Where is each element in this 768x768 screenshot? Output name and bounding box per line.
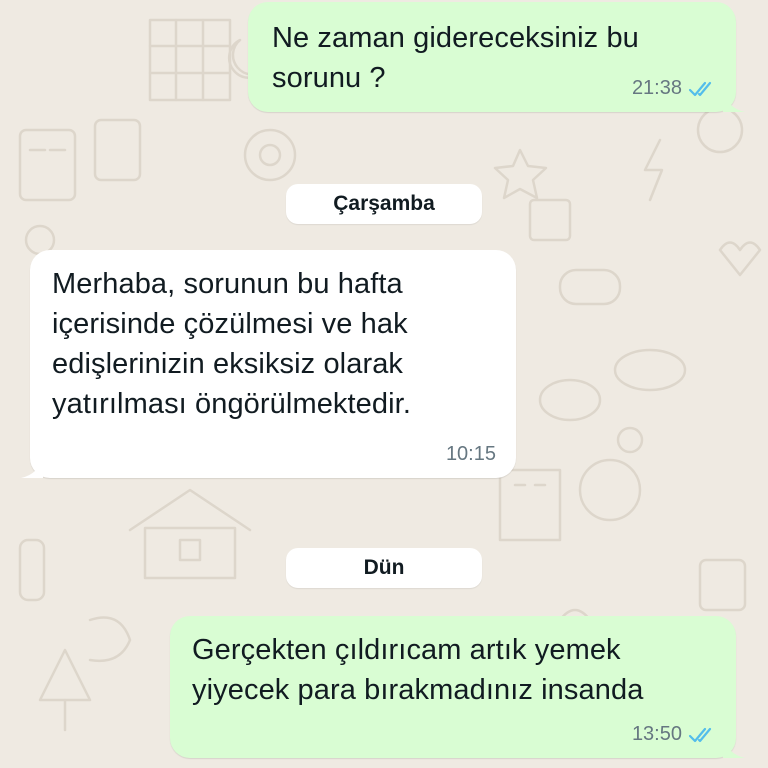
date-separator: Çarşamba: [286, 184, 482, 224]
message-meta: 13:50: [632, 723, 716, 746]
bubble-tail: [723, 90, 745, 112]
date-separator: Dün: [286, 548, 482, 588]
outgoing-message[interactable]: Gerçekten çıldırıcam artık yemek yiyecek…: [170, 616, 745, 758]
double-check-read-icon: [688, 727, 712, 742]
double-check-read-icon: [688, 81, 712, 96]
message-time: 21:38: [631, 77, 682, 99]
incoming-message[interactable]: Merhaba, sorunun bu hafta içerisinde çöz…: [21, 250, 516, 478]
message-time: 10:15: [445, 443, 496, 465]
message-text: Ne zaman gidereceksiniz bu sorunu ?: [272, 22, 639, 94]
message-meta: 10:15: [446, 443, 496, 466]
bubble-tail: [21, 456, 43, 478]
message-time: 13:50: [631, 723, 682, 745]
message-meta: 21:38: [632, 77, 716, 100]
bubble-tail: [723, 736, 745, 758]
message-text: Gerçekten çıldırıcam artık yemek yiyecek…: [192, 634, 644, 706]
outgoing-message[interactable]: Ne zaman gidereceksiniz bu sorunu ? 21:3…: [248, 2, 745, 112]
message-text: Merhaba, sorunun bu hafta içerisinde çöz…: [52, 268, 411, 420]
